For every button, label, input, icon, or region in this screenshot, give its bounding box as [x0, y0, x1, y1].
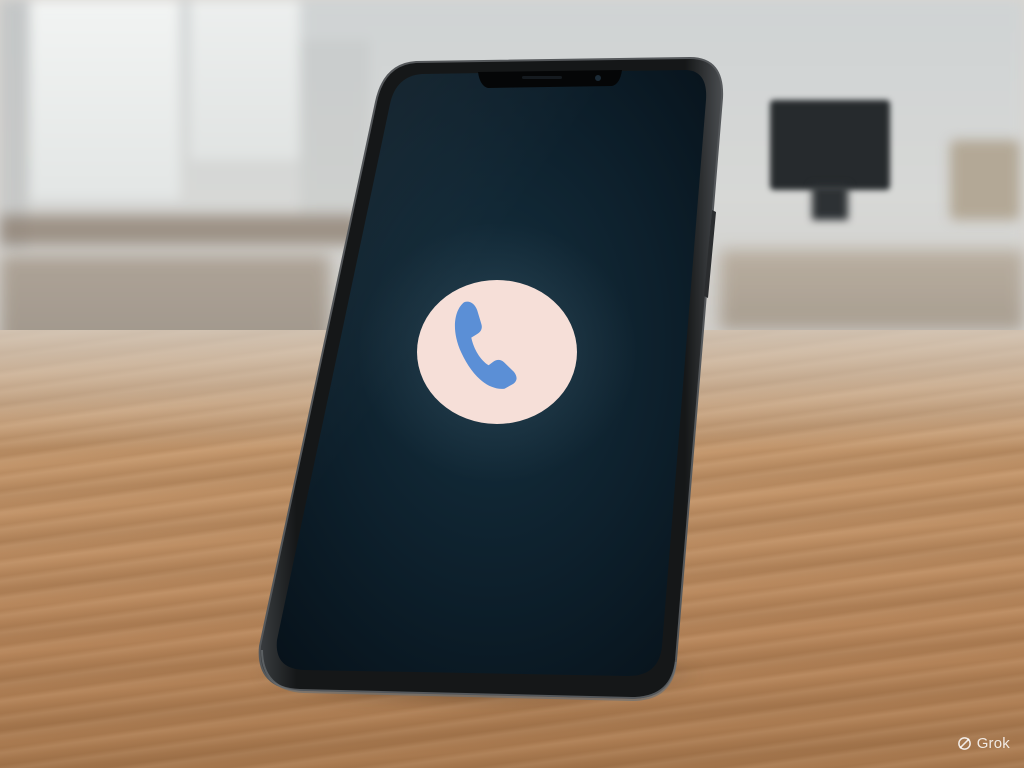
earpiece-speaker: [522, 76, 562, 79]
photo-scene: Grok: [0, 0, 1024, 768]
grok-logo-icon: [957, 737, 971, 750]
grok-watermark: Grok: [957, 735, 1010, 752]
watermark-text: Grok: [976, 735, 1010, 752]
call-button-circle: [417, 280, 577, 424]
front-camera: [595, 75, 601, 81]
smartphone: [0, 0, 1024, 768]
smartphone-drawing: [258, 56, 724, 702]
